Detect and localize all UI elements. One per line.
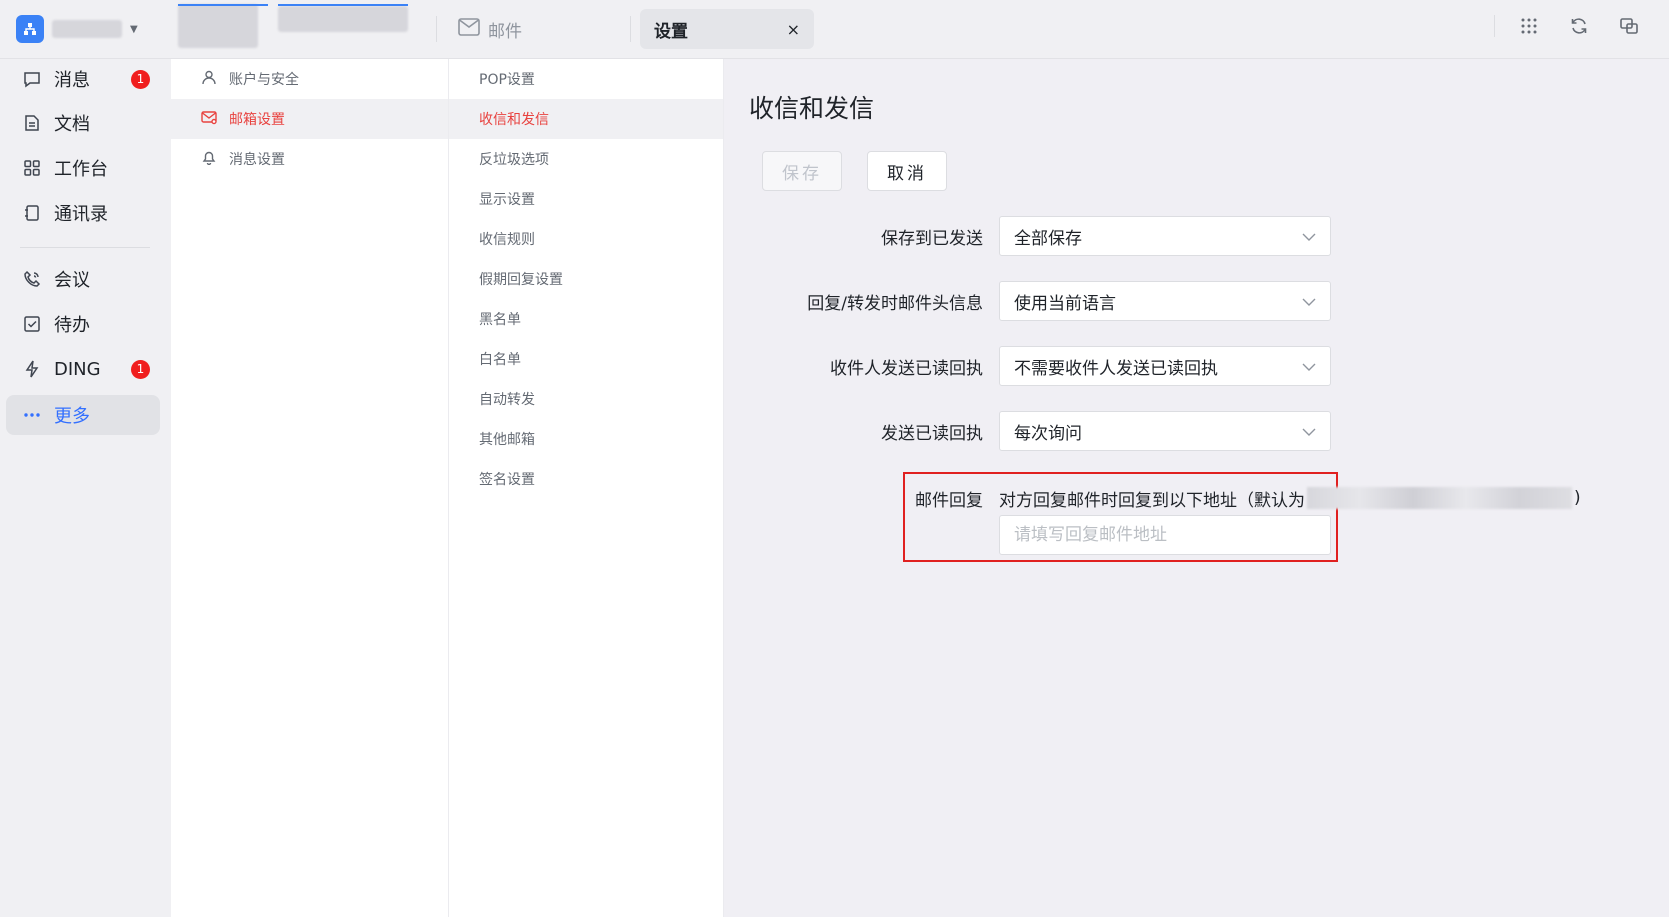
mail-settings-item-display[interactable]: 显示设置 [449, 179, 723, 219]
select-value: 使用当前语言 [1014, 293, 1116, 314]
nav-label: 更多 [54, 406, 90, 427]
org-switcher[interactable]: ▼ [16, 14, 138, 44]
ding-icon [22, 359, 42, 379]
chevron-down-icon [1302, 421, 1316, 441]
settings-category-list: 账户与安全 邮箱设置 消息设置 [171, 59, 449, 917]
mail-settings-item-whitelist[interactable]: 白名单 [449, 339, 723, 379]
window-switch-icon[interactable] [1617, 14, 1641, 38]
nav-label: 文档 [54, 114, 90, 135]
settings-item-message-settings[interactable]: 消息设置 [171, 139, 448, 179]
reply-description-end: ) [1574, 488, 1581, 508]
more-icon [22, 405, 42, 425]
nav-item-ding[interactable]: DING 1 [6, 349, 160, 389]
mail-settings-item-send-receive[interactable]: 收信和发信 [449, 99, 723, 139]
left-nav: 消息 1 文档 工作台 通讯录 会议 待办 DING 1 更多 [0, 59, 171, 917]
nav-label: 会议 [54, 270, 90, 291]
mail-settings-item-blacklist[interactable]: 黑名单 [449, 299, 723, 339]
contacts-icon [22, 203, 42, 223]
field-label: 收件人发送已读回执 [830, 358, 983, 379]
reply-to-address-input[interactable] [999, 515, 1331, 555]
form-row-save-to-sent: 保存到已发送 全部保存 [724, 216, 1669, 256]
nav-item-more[interactable]: 更多 [6, 395, 160, 435]
refresh-icon[interactable] [1567, 14, 1591, 38]
workbench-icon [22, 158, 42, 178]
mail-settings-list: POP设置 收信和发信 反垃圾选项 显示设置 收信规则 假期回复设置 黑名单 白… [449, 59, 724, 917]
settings-item-label: 账户与安全 [229, 72, 299, 88]
tab-divider [630, 16, 631, 42]
mail-settings-item-pop[interactable]: POP设置 [449, 59, 723, 99]
settings-item-mail-settings[interactable]: 邮箱设置 [171, 99, 448, 139]
mail-settings-item-auto-forward[interactable]: 自动转发 [449, 379, 723, 419]
nav-label: 工作台 [54, 159, 108, 180]
close-icon[interactable]: × [787, 20, 800, 39]
select-value: 每次询问 [1014, 423, 1082, 444]
nav-label: 待办 [54, 315, 90, 336]
nav-label: 通讯录 [54, 204, 108, 225]
save-button[interactable]: 保存 [762, 151, 842, 191]
request-read-receipt-select[interactable]: 不需要收件人发送已读回执 [999, 346, 1331, 386]
field-label: 回复/转发时邮件头信息 [807, 293, 983, 314]
mail-settings-item-other-mailbox[interactable]: 其他邮箱 [449, 419, 723, 459]
cancel-button[interactable]: 取消 [867, 151, 947, 191]
page-title: 收信和发信 [749, 94, 875, 123]
top-bar: ▼ 邮件 设置 × [0, 0, 1669, 59]
tab-settings[interactable]: 设置 × [640, 9, 814, 49]
settings-item-label: 消息设置 [229, 152, 285, 168]
org-logo-icon [16, 15, 44, 43]
reply-description-text: 对方回复邮件时回复到以下地址（默认为 [999, 490, 1305, 511]
redacted-area [178, 4, 418, 50]
form-row-send-read-receipt: 发送已读回执 每次询问 [724, 411, 1669, 451]
mail-settings-item-vacation-reply[interactable]: 假期回复设置 [449, 259, 723, 299]
reply-to-description: 对方回复邮件时回复到以下地址（默认为 ) [999, 478, 1581, 518]
apps-grid-icon[interactable] [1517, 14, 1541, 38]
form-row-reply-header: 回复/转发时邮件头信息 使用当前语言 [724, 281, 1669, 321]
toolbar-separator [1494, 15, 1495, 37]
field-label: 保存到已发送 [881, 228, 983, 249]
bell-icon [201, 149, 217, 169]
select-value: 全部保存 [1014, 228, 1082, 249]
reply-to-label: 邮件回复 [915, 490, 983, 511]
nav-item-meeting[interactable]: 会议 [6, 259, 160, 299]
nav-item-workbench[interactable]: 工作台 [6, 148, 160, 188]
meeting-icon [22, 269, 42, 289]
message-icon [22, 69, 42, 89]
settings-item-account-security[interactable]: 账户与安全 [171, 59, 448, 99]
nav-label: 消息 [54, 70, 90, 91]
unread-badge: 1 [131, 359, 150, 379]
send-read-receipt-select[interactable]: 每次询问 [999, 411, 1331, 451]
chevron-down-icon [1302, 291, 1316, 311]
form-row-request-read-receipt: 收件人发送已读回执 不需要收件人发送已读回执 [724, 346, 1669, 386]
redacted-email [1307, 487, 1572, 509]
top-actions [1494, 14, 1641, 38]
select-value: 不需要收件人发送已读回执 [1014, 358, 1218, 379]
nav-item-messages[interactable]: 消息 1 [6, 59, 160, 99]
tab-label: 设置 [654, 21, 688, 42]
save-to-sent-select[interactable]: 全部保存 [999, 216, 1331, 256]
chevron-down-icon [1302, 356, 1316, 376]
nav-separator [20, 247, 150, 248]
mail-settings-item-rules[interactable]: 收信规则 [449, 219, 723, 259]
user-icon [201, 69, 217, 89]
settings-main-panel: 收信和发信 保存 取消 保存到已发送 全部保存 回复/转发时邮件头信息 使用当前… [724, 59, 1669, 917]
org-name-redacted [52, 20, 122, 38]
unread-badge: 1 [131, 69, 150, 89]
settings-item-label: 邮箱设置 [229, 112, 285, 128]
chevron-down-icon: ▼ [130, 23, 138, 35]
mail-settings-item-anti-spam[interactable]: 反垃圾选项 [449, 139, 723, 179]
field-label: 发送已读回执 [881, 423, 983, 444]
chevron-down-icon [1302, 226, 1316, 246]
mail-settings-item-signature[interactable]: 签名设置 [449, 459, 723, 499]
reply-header-language-select[interactable]: 使用当前语言 [999, 281, 1331, 321]
document-icon [22, 113, 42, 133]
tab-mail[interactable]: 邮件 [458, 9, 522, 49]
todo-icon [22, 314, 42, 334]
nav-item-todo[interactable]: 待办 [6, 304, 160, 344]
tab-divider [436, 16, 437, 42]
mail-icon [458, 17, 480, 41]
mail-settings-icon [201, 109, 217, 129]
nav-item-documents[interactable]: 文档 [6, 103, 160, 143]
nav-label: DING [54, 358, 101, 380]
nav-item-contacts[interactable]: 通讯录 [6, 193, 160, 233]
tab-label: 邮件 [488, 21, 522, 42]
